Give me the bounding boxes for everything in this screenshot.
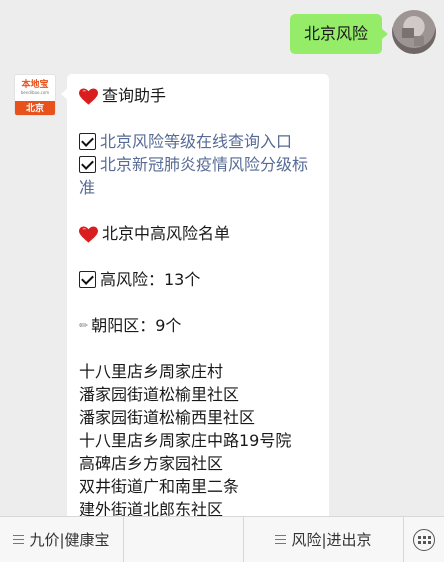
keyboard-icon	[413, 528, 435, 551]
outgoing-message-row: 北京风险	[289, 10, 436, 54]
user-avatar[interactable]	[392, 10, 436, 54]
menu-item-label: 九价|健康宝	[29, 531, 110, 549]
outgoing-message-text: 北京风险	[303, 24, 368, 43]
link-line-2: 北京新冠肺炎疫情风险分级标准	[79, 153, 317, 199]
bot-logo-name: 本地宝	[21, 80, 49, 90]
menu-lines-icon	[275, 532, 287, 547]
menu-lines-icon	[13, 532, 25, 547]
list-item: 高碑店乡方家园社区	[79, 454, 224, 473]
risk-standard-link[interactable]: 北京新冠肺炎疫情风险分级标准	[79, 155, 308, 197]
assistant-title-line: 查询助手	[79, 84, 317, 107]
bot-avatar[interactable]: 本地宝 bendibao.com 北京	[14, 74, 56, 116]
risk-level-query-link[interactable]: 北京风险等级在线查询入口	[100, 130, 292, 153]
list-title-line: 北京中高风险名单	[79, 222, 317, 245]
list-item: 十八里店乡周家庄村	[79, 362, 224, 381]
high-risk-count: 高风险：13个	[100, 270, 201, 289]
place-list: 十八里店乡周家庄村 潘家园街道松榆里社区 潘家园街道松榆西里社区 十八里店乡周家…	[79, 360, 317, 516]
menu-item-blank[interactable]	[124, 517, 244, 562]
list-title: 北京中高风险名单	[102, 224, 231, 243]
list-item: 十八里店乡周家庄中路19号院	[79, 431, 292, 450]
heart-icon	[79, 87, 98, 105]
heart-icon	[79, 225, 98, 243]
menu-item-risk-travel[interactable]: 风险|进出京	[244, 517, 404, 562]
list-item: 建外街道北郎东社区	[79, 500, 224, 516]
keyboard-toggle-button[interactable]	[404, 517, 444, 562]
checkbox-icon	[79, 156, 96, 173]
assistant-title: 查询助手	[102, 86, 167, 105]
menu-item-label: 风险|进出京	[291, 531, 372, 549]
link-line-1: 北京风险等级在线查询入口	[79, 130, 317, 153]
menu-item-vaccine-health[interactable]: 九价|健康宝	[0, 517, 124, 562]
checkbox-icon	[79, 133, 96, 150]
bot-logo-url: bendibao.com	[20, 90, 50, 95]
incoming-message-bubble: 查询助手 北京风险等级在线查询入口 北京新冠肺炎疫情风险分级标准 北京中高风险名…	[61, 74, 329, 516]
list-item: 双井街道广和南里二条	[79, 477, 240, 496]
pencil-icon: ✏	[79, 319, 89, 332]
high-risk-line: 高风险：13个	[79, 268, 317, 291]
list-item: 潘家园街道松榆西里社区	[79, 408, 256, 427]
bot-logo-city: 北京	[15, 101, 55, 115]
district-line: ✏ 朝阳区：9个	[79, 314, 317, 337]
district-count: 朝阳区：9个	[91, 316, 182, 335]
outgoing-message-bubble[interactable]: 北京风险	[289, 14, 389, 54]
list-item: 潘家园街道松榆里社区	[79, 385, 240, 404]
checkbox-icon	[79, 271, 96, 288]
chat-area: 北京风险 本地宝 bendibao.com 北京 查询助手 北京风险等级在线查询…	[0, 0, 444, 516]
bottom-menu-bar: 九价|健康宝 风险|进出京	[0, 516, 444, 562]
